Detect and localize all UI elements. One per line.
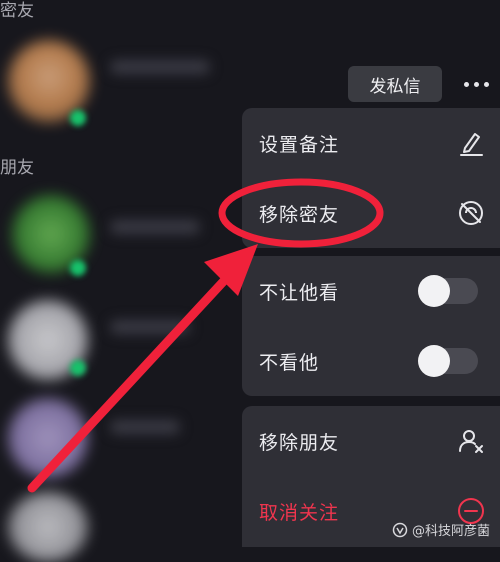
menu-item-label: 取消关注 — [259, 501, 340, 524]
send-message-button[interactable]: 发私信 — [348, 66, 442, 102]
watermark: @科技阿彦菌 — [392, 520, 490, 539]
toggle-knob — [418, 275, 450, 307]
dont-see-them-toggle[interactable] — [418, 345, 478, 377]
watermark-logo-icon — [392, 522, 408, 537]
pencil-icon — [460, 133, 483, 156]
menu-item-label: 移除朋友 — [259, 431, 340, 454]
watermark-text: @科技阿彦菌 — [411, 524, 490, 539]
blurred-name — [110, 60, 210, 74]
menu-item-label: 设置备注 — [259, 133, 340, 156]
menu-item-dont-see-them[interactable]: 不看他 — [242, 326, 500, 396]
more-dots-icon[interactable] — [456, 70, 496, 98]
menu-item-remove-close-friend[interactable]: 移除密友 — [242, 178, 500, 248]
blurred-name — [110, 320, 190, 334]
blurred-name — [110, 220, 200, 234]
avatar[interactable] — [8, 492, 88, 562]
close-friend-off-icon — [459, 201, 483, 225]
toggle-knob — [418, 345, 450, 377]
menu-group-1: 设置备注 移除密友 — [242, 108, 500, 248]
hide-from-them-toggle[interactable] — [418, 275, 478, 307]
menu-group-2: 不让他看 不看他 — [242, 256, 500, 396]
menu-item-hide-from-them[interactable]: 不让他看 — [242, 256, 500, 326]
menu-item-set-remark[interactable]: 设置备注 — [242, 108, 500, 178]
remove-user-icon — [459, 430, 483, 453]
menu-item-label: 移除密友 — [259, 203, 340, 226]
section-title-close-friends: 密友 — [0, 1, 34, 21]
menu-item-label: 不让他看 — [259, 281, 340, 304]
online-indicator — [70, 260, 86, 276]
menu-item-label: 不看他 — [259, 351, 320, 374]
menu-item-remove-friend[interactable]: 移除朋友 — [242, 406, 500, 476]
online-indicator — [70, 110, 86, 126]
avatar[interactable] — [8, 398, 88, 478]
blurred-name — [110, 420, 180, 434]
online-indicator — [70, 360, 86, 376]
section-title-friends: 朋友 — [0, 158, 34, 178]
